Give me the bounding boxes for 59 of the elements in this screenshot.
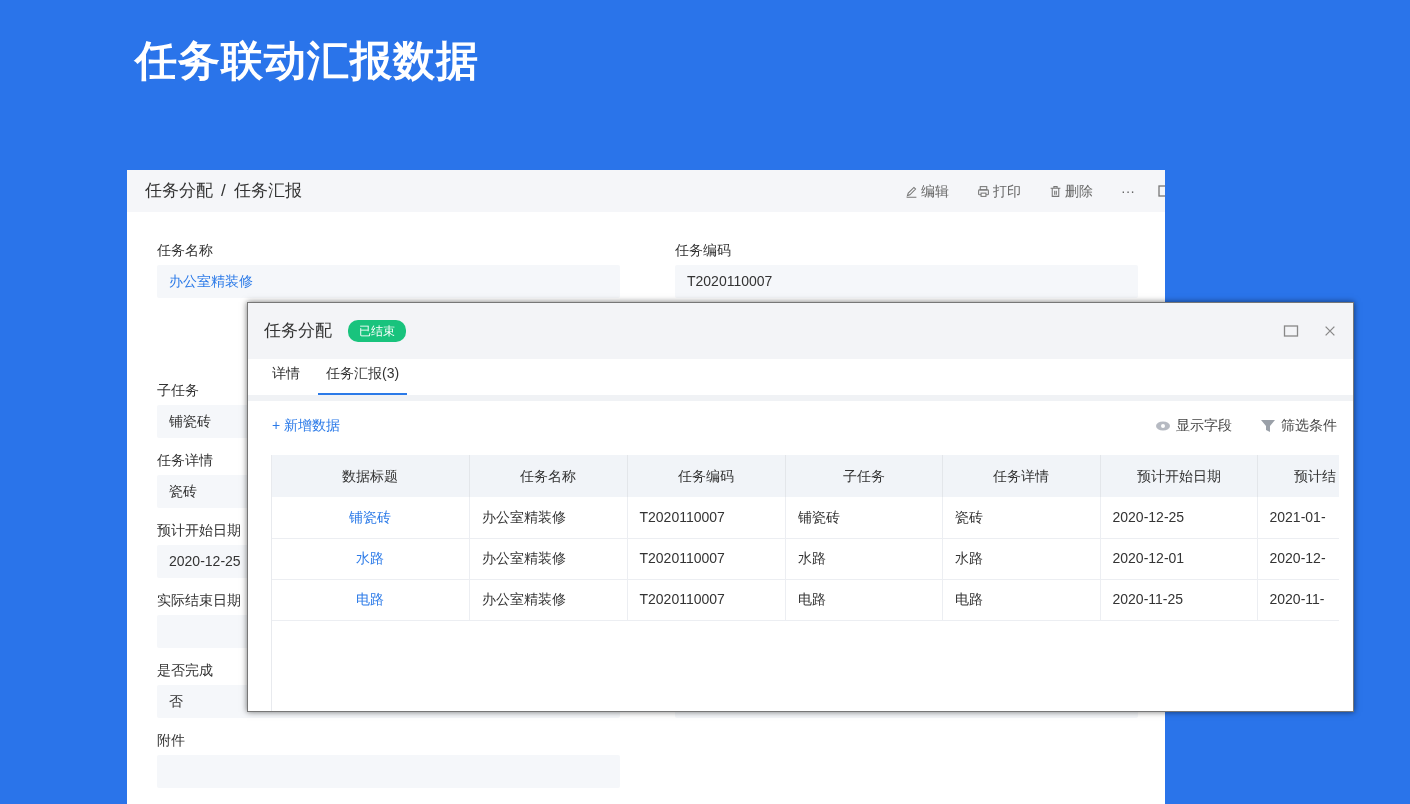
table-cell: 铺瓷砖 (785, 497, 942, 538)
filter-icon (1260, 417, 1276, 434)
add-data-button[interactable]: + 新增数据 (272, 415, 341, 436)
form-field[interactable]: T2020110007 (675, 265, 1138, 298)
tab[interactable]: 详情 (264, 353, 308, 395)
table-cell: 2020-12- (1257, 538, 1339, 579)
edit-button[interactable]: 编辑 (905, 180, 949, 202)
more-button[interactable]: ··· (1121, 180, 1135, 202)
show-fields-button[interactable]: 显示字段 (1155, 415, 1232, 436)
table-cell: 2021-01- (1257, 497, 1339, 538)
table-cell: T2020110007 (627, 538, 785, 579)
column-header: 预计开始日期 (1100, 455, 1257, 497)
table-cell: T2020110007 (627, 497, 785, 538)
field-label: 是否完成 (157, 661, 213, 680)
column-header: 数据标题 (272, 455, 469, 497)
table-cell: 电路 (785, 579, 942, 620)
column-header: 子任务 (785, 455, 942, 497)
form-field[interactable]: 办公室精装修 (157, 265, 620, 298)
table-link[interactable]: 水路 (272, 538, 469, 579)
table-cell: T2020110007 (627, 579, 785, 620)
table-cell: 水路 (785, 538, 942, 579)
breadcrumb-item[interactable]: 任务分配 (145, 178, 213, 204)
table-cell: 2020-11-25 (1100, 579, 1257, 620)
status-badge: 已结束 (348, 320, 406, 342)
maximize-icon[interactable] (1283, 323, 1299, 339)
field-label: 任务名称 (157, 241, 213, 260)
printer-icon (977, 184, 990, 198)
column-header: 任务名称 (469, 455, 627, 497)
breadcrumb-item[interactable]: 任务汇报 (233, 178, 302, 204)
field-label: 任务编码 (675, 241, 731, 260)
table-cell: 办公室精装修 (469, 497, 627, 538)
field-label: 实际结束日期 (157, 591, 241, 610)
table-cell: 2020-12-25 (1100, 497, 1257, 538)
column-header: 任务编码 (627, 455, 785, 497)
trash-icon (1049, 184, 1062, 198)
table-cell: 2020-12-01 (1100, 538, 1257, 579)
breadcrumb-separator: / (221, 180, 226, 203)
table-cell: 瓷砖 (942, 497, 1100, 538)
filter-button[interactable]: 筛选条件 (1260, 415, 1337, 436)
table-link[interactable]: 电路 (272, 579, 469, 620)
field-label: 任务详情 (157, 451, 213, 470)
delete-button[interactable]: 删除 (1049, 180, 1093, 202)
table-cell: 电路 (942, 579, 1100, 620)
close-icon[interactable] (1323, 324, 1337, 338)
print-button[interactable]: 打印 (977, 180, 1021, 202)
field-label: 子任务 (157, 381, 199, 400)
table-link[interactable]: 铺瓷砖 (272, 497, 469, 538)
table-cell: 办公室精装修 (469, 538, 627, 579)
field-label: 附件 (157, 731, 185, 750)
pencil-icon (905, 184, 918, 198)
field-label: 预计开始日期 (157, 521, 241, 540)
column-header: 任务详情 (942, 455, 1100, 497)
dialog-title: 任务分配 (264, 320, 332, 343)
table-cell: 2020-11- (1257, 579, 1339, 620)
table-cell: 水路 (942, 538, 1100, 579)
table-cell: 办公室精装修 (469, 579, 627, 620)
headline: 任务联动汇报数据 (133, 36, 480, 86)
column-header: 预计结 (1257, 455, 1339, 497)
tab[interactable]: 任务汇报(3) (318, 353, 408, 395)
